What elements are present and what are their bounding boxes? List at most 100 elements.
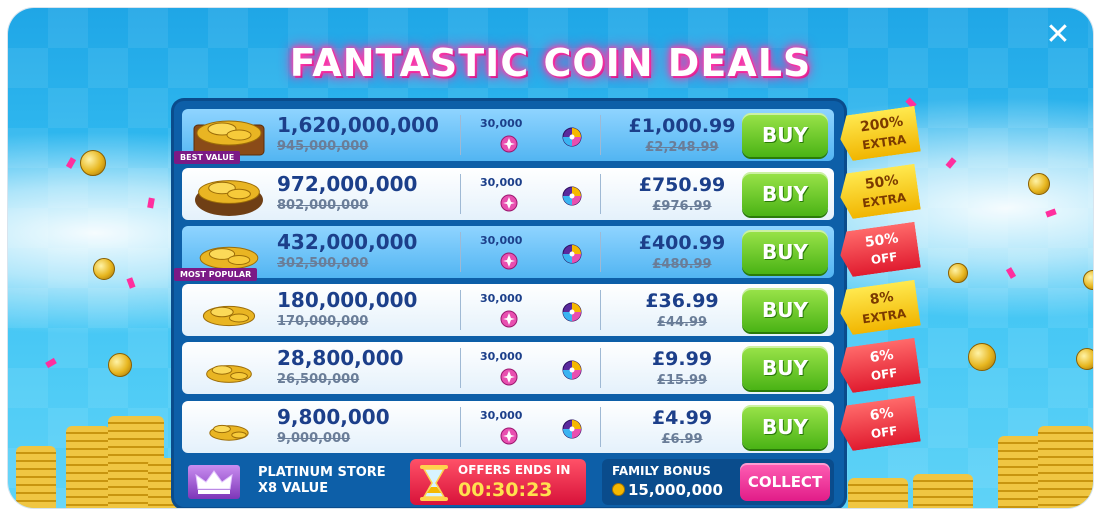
platinum-line2: X8 VALUE [258, 481, 329, 496]
price: £4.99 [651, 407, 713, 429]
wheel-icon [562, 127, 582, 147]
price: £1,000.99 [628, 115, 736, 137]
divider [460, 174, 461, 214]
price: £750.99 [638, 174, 726, 196]
platinum-label: PLATINUM STORE X8 VALUE [258, 465, 386, 497]
buy-button[interactable]: BUY [742, 172, 828, 216]
coin-icon [108, 353, 132, 377]
family-bonus-amount: 15,000,000 [612, 481, 723, 499]
coin-stack [1038, 426, 1093, 508]
gem-icon [500, 135, 518, 153]
gem-amount: 30,000 [480, 117, 523, 130]
divider [600, 115, 601, 155]
divider [600, 232, 601, 272]
divider [460, 290, 461, 330]
divider [600, 174, 601, 214]
offer-timer: OFFERS ENDS IN 00:30:23 [410, 459, 586, 505]
platinum-store[interactable]: PLATINUM STORE X8 VALUE [182, 461, 402, 503]
coin-amount: 972,000,000 [277, 172, 418, 196]
hourglass-icon [420, 465, 448, 501]
deal-row: 28,800,000 26,500,000 30,000 £9.99 £15.9… [182, 342, 834, 394]
deal-row: 1,620,000,000 945,000,000 30,000 £1,000.… [182, 109, 834, 161]
buy-button[interactable]: BUY [742, 113, 828, 157]
coin-icon [1076, 348, 1093, 370]
gem-icon [500, 368, 518, 386]
platinum-line1: PLATINUM STORE [258, 465, 386, 480]
coin-pile-icon [209, 424, 249, 441]
divider [460, 348, 461, 388]
coin-icon [612, 483, 625, 496]
coin-amount: 9,800,000 [277, 405, 390, 429]
deal-row: 972,000,000 802,000,000 30,000 £750.99 £… [182, 168, 834, 220]
buy-button[interactable]: BUY [742, 346, 828, 390]
gem-icon [500, 310, 518, 328]
divider [600, 290, 601, 330]
gem-icon [500, 427, 518, 445]
deal-ribbon: MOST POPULAR [174, 268, 258, 281]
price-original: £15.99 [656, 373, 708, 388]
coin-amount-original: 945,000,000 [277, 139, 369, 154]
wheel-icon [562, 302, 582, 322]
deals-panel: PLATINUM STORE X8 VALUE OFFERS ENDS IN 0… [174, 101, 844, 507]
coin-icon [1028, 173, 1050, 195]
coin-stack [16, 446, 56, 508]
gem-amount: 30,000 [480, 234, 523, 247]
coin-amount-original: 9,000,000 [277, 431, 351, 446]
gem-icon [500, 194, 518, 212]
family-bonus-label: FAMILY BONUS [612, 464, 711, 478]
coin-stack [66, 426, 110, 508]
coin-pile-icon [202, 305, 256, 327]
crown-icon [188, 465, 240, 499]
coin-stack [848, 478, 908, 508]
offer-countdown: 00:30:23 [458, 479, 553, 501]
coin-amount: 432,000,000 [277, 230, 418, 254]
deal-row: 180,000,000 170,000,000 30,000 £36.99 £4… [182, 284, 834, 336]
close-icon[interactable]: ✕ [1045, 20, 1071, 50]
buy-button[interactable]: BUY [742, 230, 828, 274]
coin-amount-original: 26,500,000 [277, 372, 360, 387]
page-title: FANTASTIC COIN DEALS [289, 41, 812, 85]
divider [460, 407, 461, 447]
coin-icon [968, 343, 996, 371]
coin-amount: 28,800,000 [277, 346, 404, 370]
gem-amount: 30,000 [480, 176, 523, 189]
coin-icon [93, 258, 115, 280]
coin-amount-original: 802,000,000 [277, 198, 369, 213]
family-bonus-value: 15,000,000 [628, 481, 723, 499]
gem-icon [500, 252, 518, 270]
coin-amount: 1,620,000,000 [277, 113, 439, 137]
deal-row: 9,800,000 9,000,000 30,000 £4.99 £6.99 B… [182, 401, 834, 453]
deals-popup: FANTASTIC COIN DEALS ✕ PLATINUM STORE X8… [8, 8, 1093, 508]
gem-amount: 30,000 [480, 409, 523, 422]
wheel-icon [562, 360, 582, 380]
deal-ribbon: BEST VALUE [174, 151, 241, 164]
price-original: £976.99 [652, 199, 712, 214]
coin-stack [913, 474, 973, 508]
price-original: £2,248.99 [645, 140, 719, 155]
coin-amount: 180,000,000 [277, 288, 418, 312]
coin-icon [80, 150, 106, 176]
divider [600, 407, 601, 447]
coin-amount-original: 302,500,000 [277, 256, 369, 271]
price-original: £44.99 [656, 315, 708, 330]
collect-button[interactable]: COLLECT [740, 463, 830, 501]
family-bonus: FAMILY BONUS 15,000,000 COLLECT [602, 459, 834, 505]
coin-amount-original: 170,000,000 [277, 314, 369, 329]
wheel-icon [562, 419, 582, 439]
gem-amount: 30,000 [480, 292, 523, 305]
divider [600, 348, 601, 388]
coin-icon [948, 263, 968, 283]
buy-button[interactable]: BUY [742, 405, 828, 449]
footer-bar: PLATINUM STORE X8 VALUE OFFERS ENDS IN 0… [182, 459, 834, 505]
price-original: £6.99 [661, 432, 703, 447]
wheel-icon [562, 244, 582, 264]
gem-amount: 30,000 [480, 350, 523, 363]
offer-label: OFFERS ENDS IN [458, 463, 571, 477]
divider [460, 232, 461, 272]
coin-pile-icon [195, 180, 263, 216]
wheel-icon [562, 186, 582, 206]
price: £400.99 [638, 232, 726, 254]
divider [460, 115, 461, 155]
price-original: £480.99 [652, 257, 712, 272]
buy-button[interactable]: BUY [742, 288, 828, 332]
